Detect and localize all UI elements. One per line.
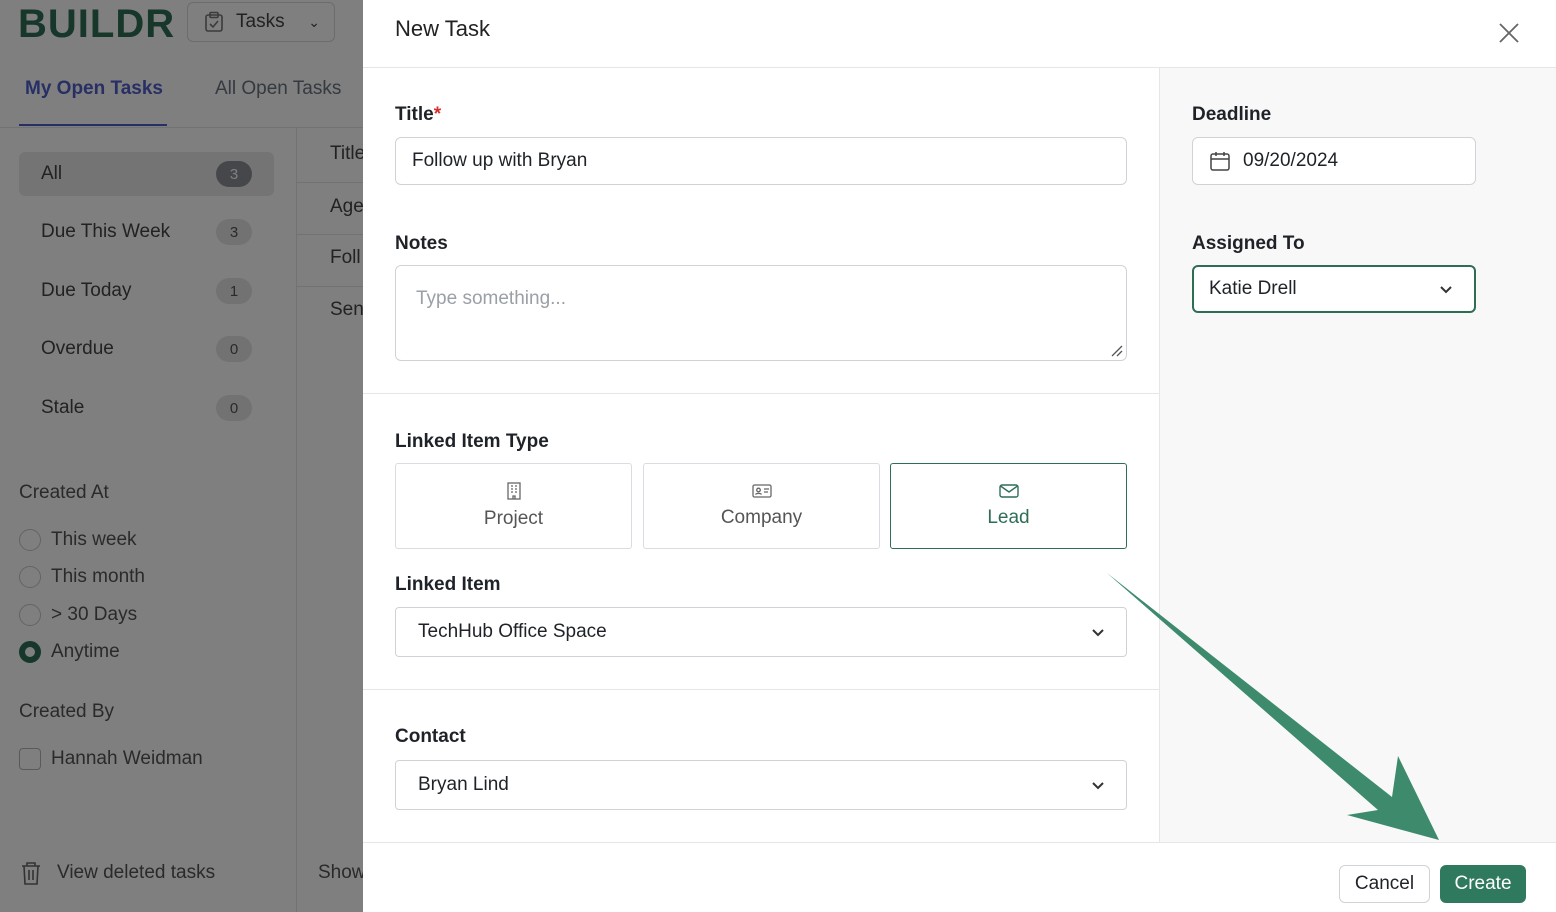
chevron-down-icon: [1440, 286, 1452, 294]
type-option-label: Lead: [987, 507, 1030, 528]
linked-item-select[interactable]: TechHub Office Space: [395, 607, 1127, 657]
deadline-value: 09/20/2024: [1243, 150, 1339, 171]
contact-select[interactable]: Bryan Lind: [395, 760, 1127, 810]
type-option-company[interactable]: Company: [643, 463, 880, 549]
required-marker: *: [433, 104, 442, 125]
section-divider: [363, 689, 1160, 690]
notes-textarea[interactable]: Type something...: [395, 265, 1127, 361]
linked-item-label: Linked Item: [395, 574, 501, 595]
deadline-input[interactable]: 09/20/2024: [1192, 137, 1476, 185]
section-divider: [363, 393, 1160, 394]
title-label-text: Title: [395, 104, 434, 125]
title-label: Title*: [395, 104, 441, 126]
linked-item-type-label: Linked Item Type: [395, 431, 549, 452]
type-option-project[interactable]: Project: [395, 463, 632, 549]
title-input[interactable]: Follow up with Bryan: [395, 137, 1127, 185]
assigned-to-select[interactable]: Katie Drell: [1192, 265, 1476, 313]
deadline-label: Deadline: [1192, 104, 1272, 125]
chevron-down-icon: [1092, 629, 1104, 637]
notes-label: Notes: [395, 233, 448, 254]
contact-label: Contact: [395, 726, 466, 747]
task-details-column: Title* Follow up with Bryan Notes Type s…: [363, 68, 1160, 842]
assigned-to-value: Katie Drell: [1209, 278, 1297, 299]
modal-header: New Task: [363, 0, 1556, 68]
type-option-label: Company: [720, 507, 803, 528]
close-button[interactable]: [1492, 16, 1526, 50]
calendar-icon: [1210, 152, 1230, 171]
id-card-icon: [751, 484, 772, 498]
modal-footer: Cancel Create: [363, 842, 1556, 912]
close-icon: [1499, 23, 1519, 43]
resize-handle-icon[interactable]: [1109, 343, 1123, 357]
contact-value: Bryan Lind: [418, 774, 509, 795]
envelope-icon: [998, 484, 1019, 498]
assigned-to-label: Assigned To: [1192, 233, 1305, 254]
building-icon: [506, 482, 521, 500]
modal-title: New Task: [395, 16, 490, 41]
new-task-modal: New Task Title* Follow up with Bryan Not…: [363, 0, 1556, 912]
task-meta-column: Deadline 09/20/2024 Assigned To Katie Dr…: [1160, 68, 1556, 842]
create-button[interactable]: Create: [1440, 865, 1526, 903]
type-option-label: Project: [483, 508, 544, 529]
cancel-button[interactable]: Cancel: [1339, 865, 1430, 903]
chevron-down-icon: [1092, 782, 1104, 790]
notes-placeholder: Type something...: [416, 288, 566, 309]
type-option-lead[interactable]: Lead: [890, 463, 1127, 549]
linked-item-value: TechHub Office Space: [418, 621, 607, 642]
